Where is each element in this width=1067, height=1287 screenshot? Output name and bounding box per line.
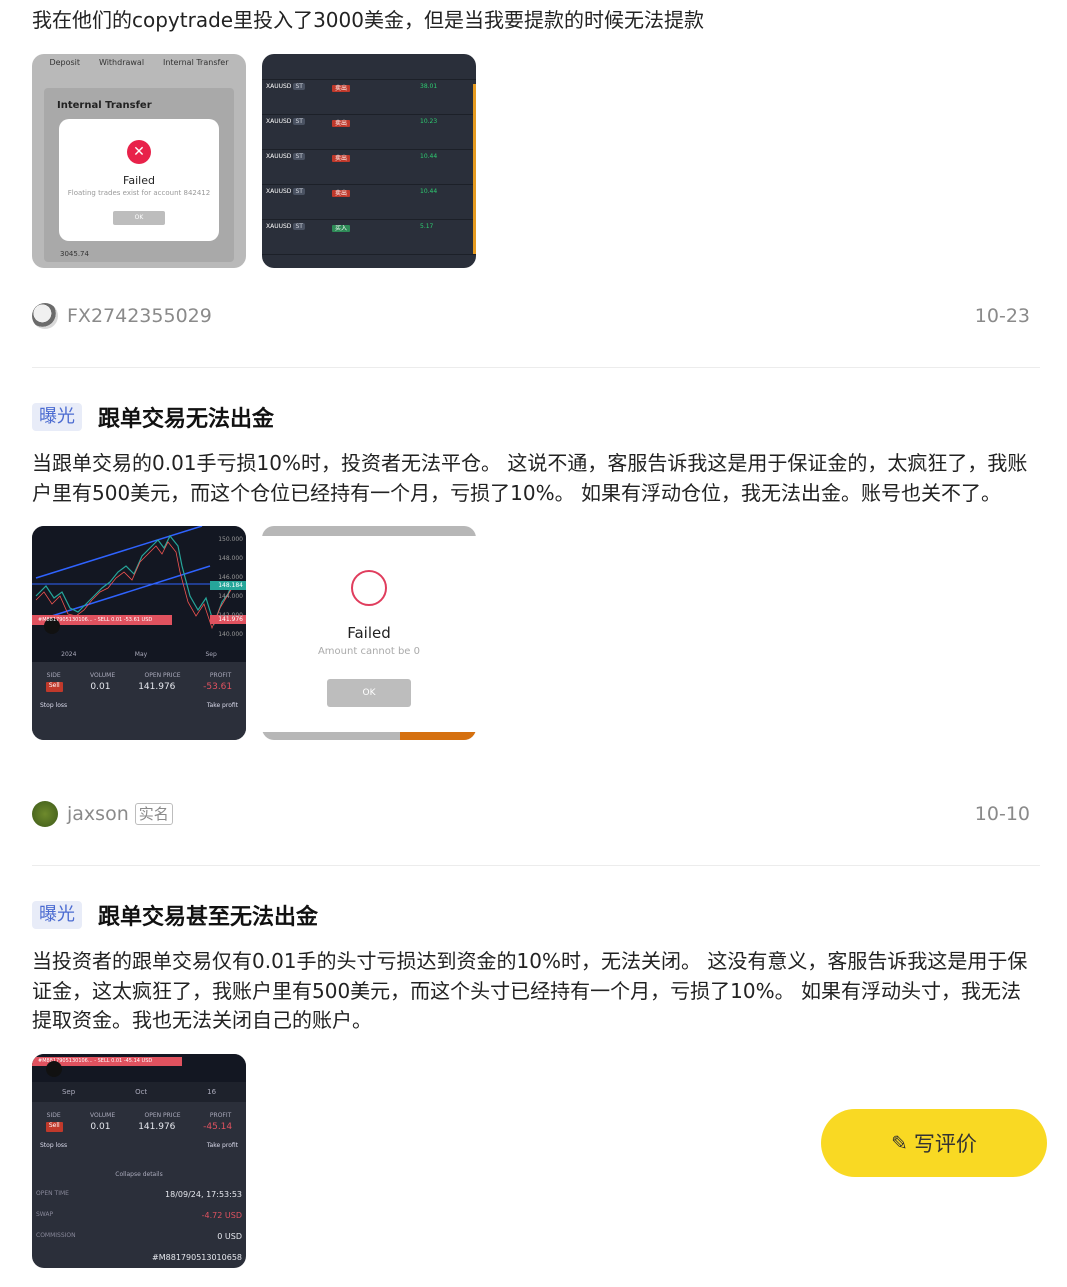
post-header: 曝光 跟单交易甚至无法出金 xyxy=(32,900,1040,930)
post-image-thumbnail[interactable]: XAUUSD ST 卖出 38.01 XAUUSD ST 卖出 10.23 XAUU… xyxy=(262,53,476,268)
pencil-icon: ✎ xyxy=(891,1131,908,1155)
time-axis: 2024 May Sep xyxy=(61,651,217,658)
error-ring-icon xyxy=(351,570,387,606)
post-3[interactable]: 曝光 跟单交易甚至无法出金 当投资者的跟单交易仅有0.01手的头寸亏损达到资金的… xyxy=(32,900,1040,1268)
post-title[interactable]: 跟单交易甚至无法出金 xyxy=(98,899,318,931)
post-date: 10-23 xyxy=(974,305,1030,327)
amount-value: 3045.74 xyxy=(60,249,89,258)
author-name[interactable]: FX2742355029 xyxy=(67,305,212,327)
trade-row: XAUUSD ST 卖出 10.44 xyxy=(262,150,476,185)
post-header: 曝光 跟单交易无法出金 xyxy=(32,402,1040,432)
post-image-thumbnail[interactable]: #M8817905130106... - SELL 0.01 -45.14 US… xyxy=(32,1053,246,1268)
post-text: 当投资者的跟单交易仅有0.01手的头寸亏损达到资金的10%时，无法关闭。 这没有… xyxy=(32,949,1028,1032)
divider xyxy=(32,367,1040,368)
trade-row: XAUUSD ST 卖出 38.01 xyxy=(262,80,476,115)
price-chart: 150.000 148.000 146.000 144.000 142.000 … xyxy=(32,526,246,662)
post-image-thumbnail[interactable]: Deposit Withdrawal Internal Transfer Int… xyxy=(32,53,246,268)
post-title[interactable]: 跟单交易无法出金 xyxy=(98,401,274,433)
author-name[interactable]: jaxson xyxy=(67,803,129,825)
write-review-button[interactable]: ✎ 写评价 xyxy=(821,1109,1047,1177)
dialog-message: Amount cannot be 0 xyxy=(317,646,421,657)
category-tag: 曝光 xyxy=(32,901,82,929)
trade-panel: SIDE VOLUME OPEN PRICE PROFIT Sell 0.01 … xyxy=(32,662,246,740)
post-meta: FX2742355029 10-23 xyxy=(32,302,1030,330)
post-images: Deposit Withdrawal Internal Transfer Int… xyxy=(32,53,1040,268)
verified-badge: 实名 xyxy=(134,803,173,825)
tab-withdrawal: Withdrawal xyxy=(98,57,145,67)
close-icon: ✕ xyxy=(127,139,151,164)
tab-deposit: Deposit xyxy=(49,57,81,67)
divider xyxy=(32,865,1040,866)
post-image-thumbnail[interactable]: 150.000 148.000 146.000 144.000 142.000 … xyxy=(32,526,246,740)
scroll-indicator xyxy=(473,83,476,254)
post-image-thumbnail[interactable]: Failed Amount cannot be 0 OK xyxy=(262,526,476,740)
current-price-label: 148.184 xyxy=(218,582,243,589)
trade-row: XAUUSD ST 卖出 10.44 xyxy=(262,185,476,220)
trade-row xyxy=(262,54,476,80)
price-chart: #M8817905130106... - SELL 0.01 -45.14 US… xyxy=(32,1053,246,1082)
dialog-ok-button: OK xyxy=(327,679,411,707)
panel-title: Internal Transfer xyxy=(57,99,152,111)
post-date: 10-10 xyxy=(974,803,1030,825)
post-text: 当跟单交易的0.01手亏损10%时，投资者无法平仓。 这说不通，客服告诉我这是用… xyxy=(32,451,1028,505)
trade-row: XAUUSD ST 买入 5.17 xyxy=(262,220,476,255)
post-1: 我在他们的copytrade里投入了3000美金，但是当我要提款的时候无法提款 … xyxy=(32,6,1040,268)
post-text: 我在他们的copytrade里投入了3000美金，但是当我要提款的时候无法提款 xyxy=(32,8,704,32)
post-2[interactable]: 曝光 跟单交易无法出金 当跟单交易的0.01手亏损10%时，投资者无法平仓。 这… xyxy=(32,402,1040,740)
order-price-label: 141.976 xyxy=(218,616,243,623)
dialog-ok-button: OK xyxy=(113,210,165,225)
avatar[interactable] xyxy=(32,801,58,827)
category-tag: 曝光 xyxy=(32,403,82,431)
post-images: 150.000 148.000 146.000 144.000 142.000 … xyxy=(32,526,1040,740)
tradingview-logo-icon xyxy=(46,1060,62,1077)
avatar[interactable] xyxy=(32,303,58,329)
post-meta: jaxson 实名 10-10 xyxy=(32,800,1030,828)
dialog-title: Failed xyxy=(347,624,391,642)
dialog-message: Floating trades exist for account 842412 xyxy=(67,188,211,197)
time-axis: Sep Oct 16 xyxy=(32,1081,246,1102)
write-review-label: 写评价 xyxy=(913,1132,977,1156)
order-banner: #M8817905130106... - SELL 0.01 -53.61 US… xyxy=(38,617,153,623)
tab-bar: Deposit Withdrawal Internal Transfer xyxy=(40,58,238,74)
dialog-title: Failed xyxy=(123,173,155,187)
failed-dialog: ✕ Failed Floating trades exist for accou… xyxy=(59,118,219,241)
tab-internal-transfer: Internal Transfer xyxy=(162,57,229,67)
trade-row: XAUUSD ST 卖出 10.23 xyxy=(262,115,476,150)
